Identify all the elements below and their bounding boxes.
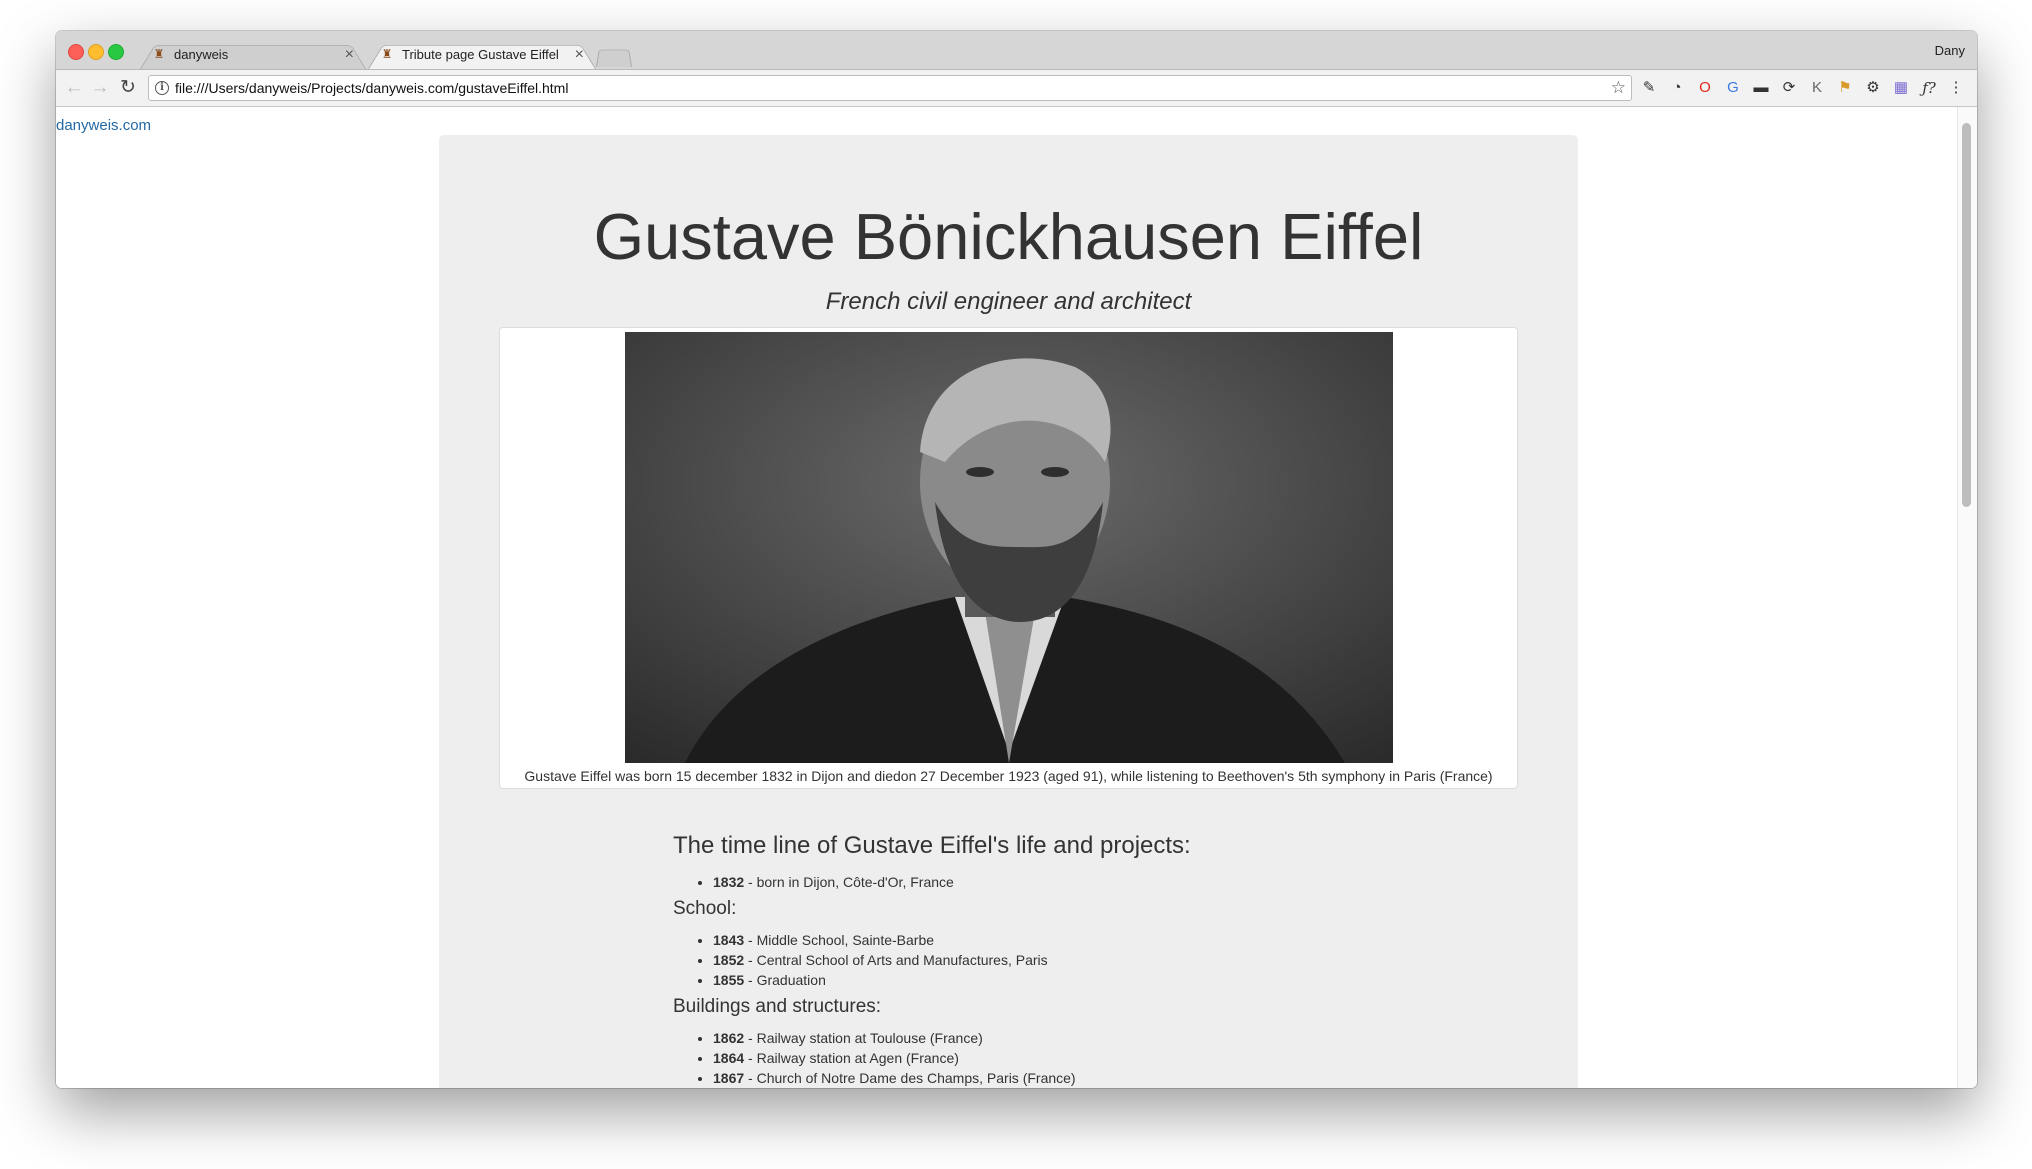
list-item: 1867 - Church of Notre Dame des Champs, … — [713, 1068, 1473, 1088]
event-text: - born in Dijon, Côte-d'Or, France — [744, 874, 954, 890]
devtools-icon[interactable]: ▬ — [1751, 78, 1771, 98]
tab-title: danyweis — [174, 47, 229, 62]
portrait-photo — [625, 332, 1393, 763]
browser-window: ♜ danyweis × ♜ Tribute page Gustave Eiff… — [56, 31, 1977, 1088]
year: 1852 — [713, 952, 745, 968]
translate-icon[interactable]: G — [1723, 78, 1743, 98]
list-item: 1843 - Middle School, Sainte-Barbe — [713, 930, 1473, 950]
event-text: - Railway station at Agen (France) — [744, 1050, 959, 1066]
portrait-caption: Gustave Eiffel was born 15 december 1832… — [524, 768, 1493, 784]
address-url[interactable]: file:///Users/danyweis/Projects/danyweis… — [175, 76, 568, 100]
year: 1867 — [713, 1070, 745, 1086]
gear-icon[interactable]: ⚙ — [1863, 78, 1883, 98]
close-window-button[interactable] — [68, 44, 84, 60]
school-heading: School: — [673, 898, 737, 919]
favicon-icon: ♜ — [153, 47, 165, 61]
year: 1843 — [713, 932, 745, 948]
event-text: - Railway station at Toulouse (France) — [744, 1030, 983, 1046]
list-item: 1864 - Railway station at Agen (France) — [713, 1048, 1473, 1068]
buildings-list: 1862 - Railway station at Toulouse (Fran… — [673, 1028, 1473, 1088]
year: 1864 — [713, 1050, 745, 1066]
tag-icon[interactable]: ⚑ — [1835, 78, 1855, 98]
reload-icon[interactable]: ↻ — [116, 76, 140, 100]
school-list: 1843 - Middle School, Sainte-Barbe 1852 … — [673, 930, 1473, 990]
page-title: Gustave Bönickhausen Eiffel — [593, 200, 1424, 273]
minimize-window-button[interactable] — [88, 44, 104, 60]
tab-title: Tribute page Gustave Eiffel — [402, 47, 559, 62]
tab-tribute-page[interactable]: ♜ Tribute page Gustave Eiffel × — [368, 40, 596, 69]
back-icon[interactable]: ← — [62, 76, 86, 100]
birth-list: 1832 - born in Dijon, Côte-d'Or, France — [673, 872, 1473, 892]
font-icon[interactable]: ƒ? — [1919, 78, 1939, 98]
buildings-heading: Buildings and structures: — [673, 996, 882, 1017]
list-item: 1852 - Central School of Arts and Manufa… — [713, 950, 1473, 970]
tab-strip: ♜ danyweis × ♜ Tribute page Gustave Eiff… — [56, 31, 1977, 70]
tab-danyweis[interactable]: ♜ danyweis × — [140, 40, 366, 69]
close-tab-icon[interactable]: × — [345, 40, 354, 69]
grid-icon[interactable]: ▦ — [1891, 78, 1911, 98]
favicon-icon: ♜ — [381, 47, 393, 61]
zoom-window-button[interactable] — [108, 44, 124, 60]
year: 1832 — [713, 874, 745, 890]
forward-icon[interactable]: → — [88, 76, 112, 100]
page-subtitle: French civil engineer and architect — [825, 288, 1192, 315]
list-item: 1862 - Railway station at Toulouse (Fran… — [713, 1028, 1473, 1048]
main-panel: Gustave Bönickhausen Eiffel French civil… — [439, 135, 1578, 1088]
close-tab-icon[interactable]: × — [575, 40, 584, 69]
portrait-frame: Gustave Eiffel was born 15 december 1832… — [499, 327, 1518, 789]
year: 1862 — [713, 1030, 745, 1046]
eyedropper-icon[interactable]: ✎ — [1639, 78, 1659, 98]
sync-icon[interactable]: ⟳ — [1779, 78, 1799, 98]
opera-icon[interactable]: O — [1695, 78, 1715, 98]
home-link[interactable]: danyweis.com — [56, 117, 151, 134]
vertical-scrollbar[interactable] — [1957, 107, 1977, 1088]
new-tab-button[interactable] — [596, 45, 632, 67]
page-viewport: danyweis.com Gustave Bönickhausen Eiffel… — [56, 107, 1958, 1088]
year: 1855 — [713, 972, 745, 988]
timeline-heading: The time line of Gustave Eiffel's life a… — [673, 832, 1191, 859]
event-text: - Church of Notre Dame des Champs, Paris… — [744, 1070, 1076, 1086]
list-item: 1832 - born in Dijon, Côte-d'Or, France — [713, 872, 1473, 892]
event-text: - Central School of Arts and Manufacture… — [744, 952, 1048, 968]
list-item: 1855 - Graduation — [713, 970, 1473, 990]
info-icon[interactable]: i — [155, 81, 169, 95]
browser-toolbar: ← → ↻ i file:///Users/danyweis/Projects/… — [56, 70, 1977, 107]
profile-name[interactable]: Dany — [1935, 43, 1965, 58]
scrollbar-thumb[interactable] — [1962, 123, 1971, 507]
timeline-section: The time line of Gustave Eiffel's life a… — [673, 832, 1473, 1088]
speedometer-icon[interactable]: ◔ — [1667, 78, 1687, 98]
event-text: - Graduation — [744, 972, 826, 988]
event-text: - Middle School, Sainte-Barbe — [744, 932, 935, 948]
menu-icon[interactable]: ⋮ — [1946, 78, 1966, 98]
address-bar[interactable]: i file:///Users/danyweis/Projects/danywe… — [148, 75, 1632, 101]
k-icon[interactable]: K — [1807, 78, 1827, 98]
bookmark-star-icon[interactable]: ☆ — [1611, 76, 1626, 100]
